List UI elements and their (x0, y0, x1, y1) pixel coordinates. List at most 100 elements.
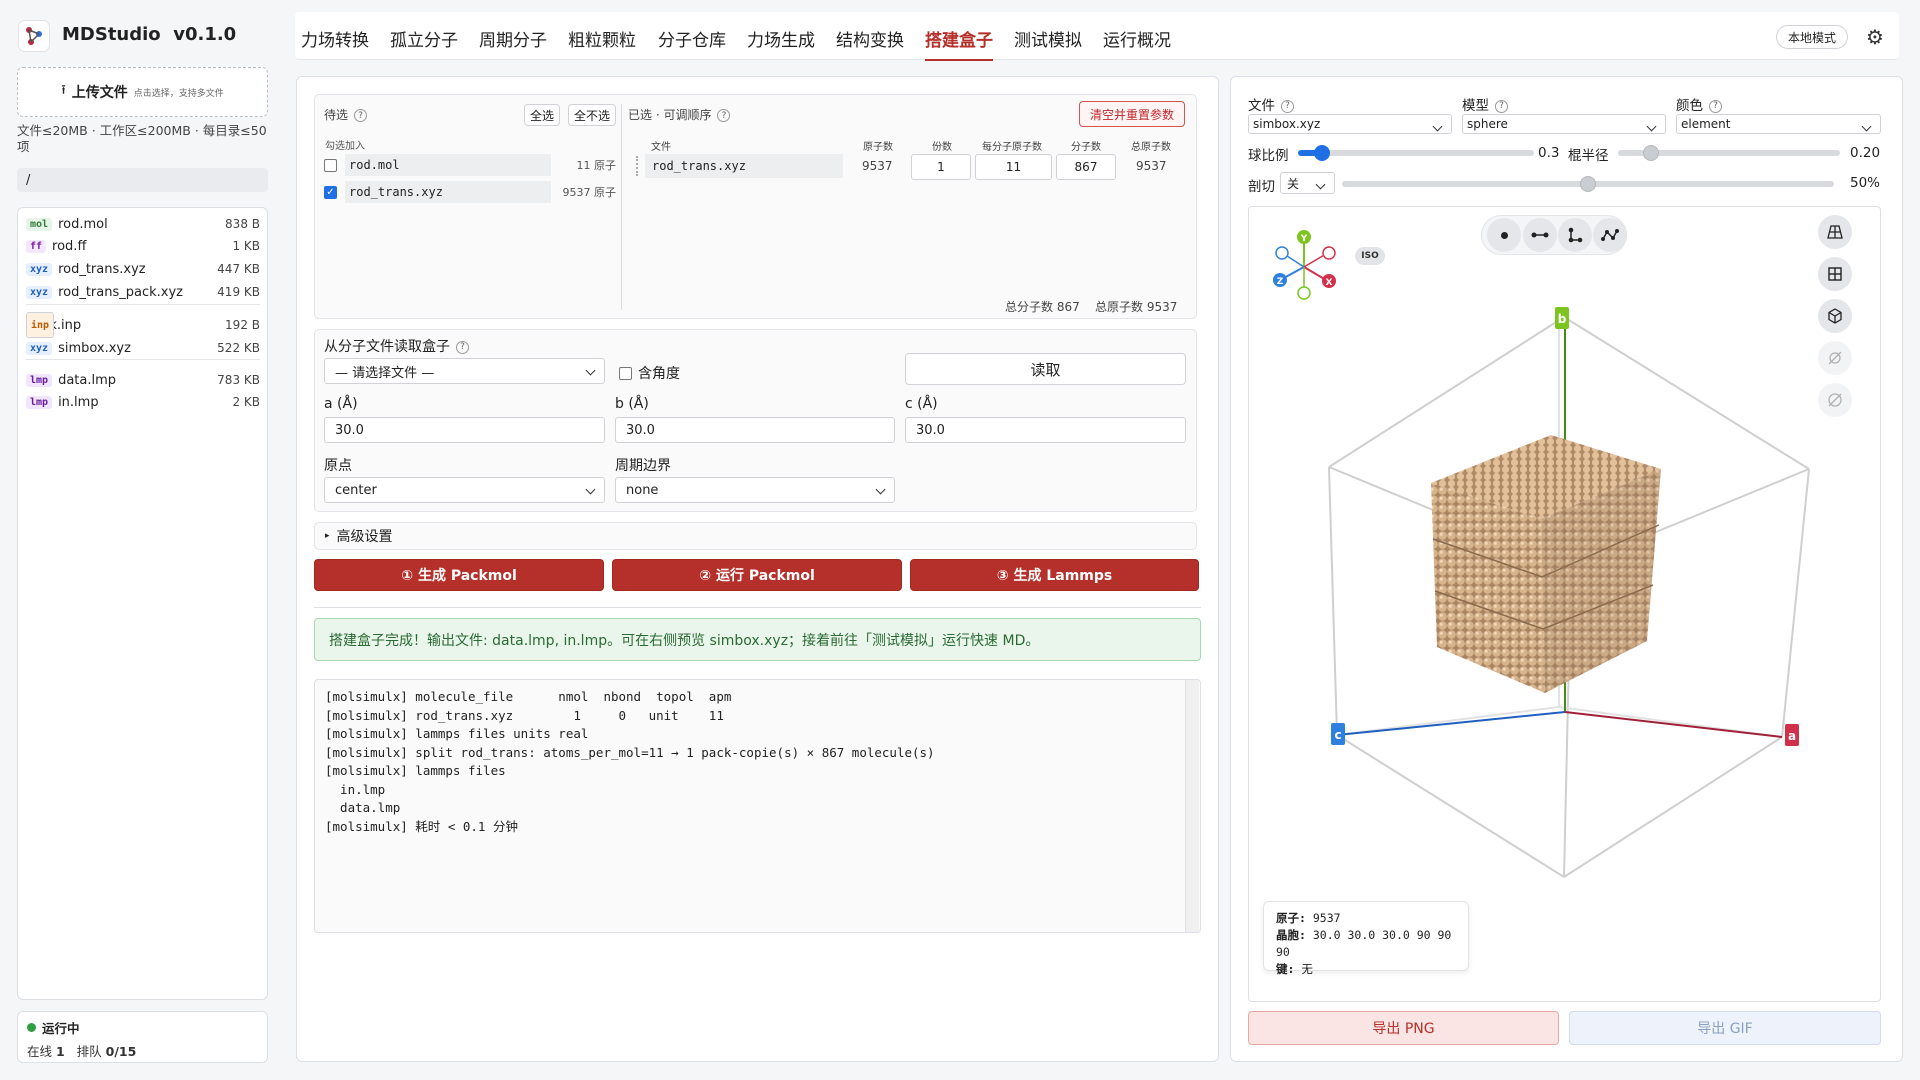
file-size: 419 KB (217, 285, 260, 299)
help-icon[interactable]: ? (1495, 99, 1508, 113)
file-item[interactable]: xyz rod_trans.xyz 447 KB (26, 258, 260, 280)
clip-value: 50% (1850, 175, 1881, 191)
export-gif-button[interactable]: 导出 GIF (1569, 1011, 1881, 1045)
help-icon[interactable]: ? (717, 109, 731, 122)
help-icon[interactable]: ? (1281, 99, 1294, 113)
tab-1[interactable]: 孤立分子 (390, 26, 458, 51)
grid-view-icon[interactable] (1818, 257, 1852, 291)
ball-scale-thumb[interactable] (1313, 145, 1330, 161)
angle-checkbox-row[interactable]: 含角度 (619, 363, 680, 383)
col-header-total: 总原子数 (1131, 142, 1171, 153)
tab-6[interactable]: 结构变换 (836, 26, 904, 51)
tab-0[interactable]: 力场转换 (301, 26, 369, 51)
file-size: 783 KB (217, 373, 260, 387)
tab-2[interactable]: 周期分子 (479, 26, 547, 51)
pending-item-name: rod.mol (345, 154, 551, 176)
file-item[interactable]: lmp in.lmp 2 KB (26, 391, 260, 413)
run-packmol-button[interactable]: ② 运行 Packmol (612, 559, 902, 591)
molecule-count-input[interactable]: 867 (1056, 154, 1116, 180)
dihedral-mode-icon[interactable] (1593, 218, 1627, 252)
svg-text:Y: Y (1300, 234, 1308, 244)
tab-5[interactable]: 力场生成 (747, 26, 815, 51)
export-png-button[interactable]: 导出 PNG (1248, 1011, 1559, 1045)
origin-select[interactable]: center (324, 477, 605, 503)
pending-item[interactable]: rod.mol 11 原子 (324, 153, 616, 177)
mode-badge[interactable]: 本地模式 (1776, 25, 1848, 49)
a-input[interactable]: 30.0 (324, 417, 605, 443)
tab-4[interactable]: 分子仓库 (658, 26, 726, 51)
help-icon[interactable]: ? (1709, 99, 1722, 113)
bond-mode-icon[interactable] (1523, 218, 1557, 252)
3d-viewport[interactable]: b c a Y Z X ISO 原子: 9537 晶胞: 30.0 30.0 3… (1248, 206, 1881, 1002)
clip-select[interactable]: 关 (1280, 172, 1335, 194)
copies-input[interactable]: 1 (911, 154, 971, 180)
status-label: 运行中 (42, 1021, 80, 1036)
cube-view-icon[interactable] (1818, 299, 1852, 333)
clip-label: 剖切 (1248, 179, 1275, 195)
read-button[interactable]: 读取 (905, 353, 1186, 385)
path-bar[interactable]: / (17, 168, 268, 192)
col-header-copies: 份数 (932, 142, 952, 153)
pending-item-atoms: 9537 原子 (562, 186, 617, 199)
file-item[interactable]: xyz rod_trans_pack.xyz 419 KB (26, 281, 260, 303)
axis-a-line (1564, 711, 1783, 738)
file-item[interactable]: inppack.inp192 B (26, 312, 260, 338)
checkbox-unchecked-icon[interactable] (324, 158, 337, 172)
file-item[interactable]: mol rod.mol 838 B (26, 213, 260, 235)
pbc-select[interactable]: none (615, 477, 895, 503)
file-item[interactable]: ff rod.ff 1 KB (26, 235, 260, 257)
axis-label-b: b (1555, 307, 1569, 329)
generate-packmol-button[interactable]: ① 生成 Packmol (314, 559, 604, 591)
angle-checkbox[interactable] (619, 366, 632, 380)
col-header-atoms: 原子数 (863, 142, 893, 153)
selected-row-atoms: 9537 (862, 159, 893, 173)
generate-lammps-button[interactable]: ③ 生成 Lammps (910, 559, 1199, 591)
box-file-select[interactable]: — 请选择文件 — (324, 358, 605, 384)
c-input[interactable]: 30.0 (905, 417, 1186, 443)
file-name: rod.ff (52, 238, 87, 254)
log-output[interactable]: [molsimulx] molecule_file nmol nbond top… (314, 679, 1201, 933)
atoms-per-mol-input[interactable]: 11 (975, 154, 1052, 180)
upload-button[interactable]: ⭱ 上传文件 点击选择，支持多文件 (17, 67, 268, 117)
advanced-settings[interactable]: ▸ 高级设置 (314, 522, 1197, 550)
info-atoms: 原子: 9537 (1276, 911, 1341, 925)
molecule-selection-box (314, 94, 1197, 319)
iso-button[interactable]: ISO (1355, 247, 1385, 265)
svg-text:a: a (1788, 729, 1796, 743)
angle-mode-icon[interactable] (1558, 218, 1592, 252)
select-all-button[interactable]: 全选 (524, 104, 560, 126)
hide-hydrogen-icon[interactable] (1818, 341, 1852, 375)
ball-scale-slider[interactable] (1298, 145, 1534, 161)
clip-slider[interactable] (1342, 176, 1834, 192)
viewer-color-select[interactable]: element (1676, 114, 1881, 134)
orientation-gizmo-icon[interactable]: Y Z X (1273, 230, 1336, 300)
help-icon[interactable]: ? (456, 340, 469, 354)
tab-9[interactable]: 运行概况 (1103, 26, 1171, 51)
viewer-model-select[interactable]: sphere (1462, 114, 1666, 134)
b-input[interactable]: 30.0 (615, 417, 895, 443)
rod-radius-slider[interactable] (1618, 145, 1840, 161)
help-icon[interactable]: ? (354, 109, 368, 122)
log-scrollbar[interactable] (1185, 680, 1199, 932)
hide-label-icon[interactable] (1818, 383, 1852, 417)
settings-gear-icon[interactable]: ⚙ (1866, 25, 1884, 49)
select-none-button[interactable]: 全不选 (568, 104, 616, 126)
checkbox-checked-icon[interactable]: ✓ (324, 185, 337, 199)
clear-reset-button[interactable]: 清空并重置参数 (1079, 101, 1185, 127)
selection-summary: 总分子数 867 总原子数 9537 (1005, 300, 1178, 314)
pending-item[interactable]: ✓ rod_trans.xyz 9537 原子 (324, 180, 616, 204)
tab-8[interactable]: 测试模拟 (1014, 26, 1082, 51)
atoms-mode-icon[interactable] (1487, 218, 1521, 252)
file-item[interactable]: lmp data.lmp 783 KB (26, 369, 260, 391)
log-line: [molsimulx] 耗时 < 0.1 分钟 (325, 818, 518, 834)
drag-handle-icon[interactable] (636, 156, 638, 176)
tab-3[interactable]: 粗粒颗粒 (568, 26, 636, 51)
selected-row-total: 9537 (1136, 159, 1167, 173)
perspective-view-icon[interactable] (1818, 215, 1852, 249)
tab-7[interactable]: 搭建盒子 (925, 26, 993, 61)
log-line: [molsimulx] rod_trans.xyz 1 0 unit 11 (325, 707, 724, 723)
sidebar: MDStudio v0.1.0 ⭱ 上传文件 点击选择，支持多文件 文件≤20M… (0, 0, 285, 1080)
clip-thumb[interactable] (1580, 176, 1596, 192)
file-item[interactable]: xyz simbox.xyz 522 KB (26, 337, 260, 359)
viewer-file-select[interactable]: simbox.xyz (1248, 114, 1452, 134)
